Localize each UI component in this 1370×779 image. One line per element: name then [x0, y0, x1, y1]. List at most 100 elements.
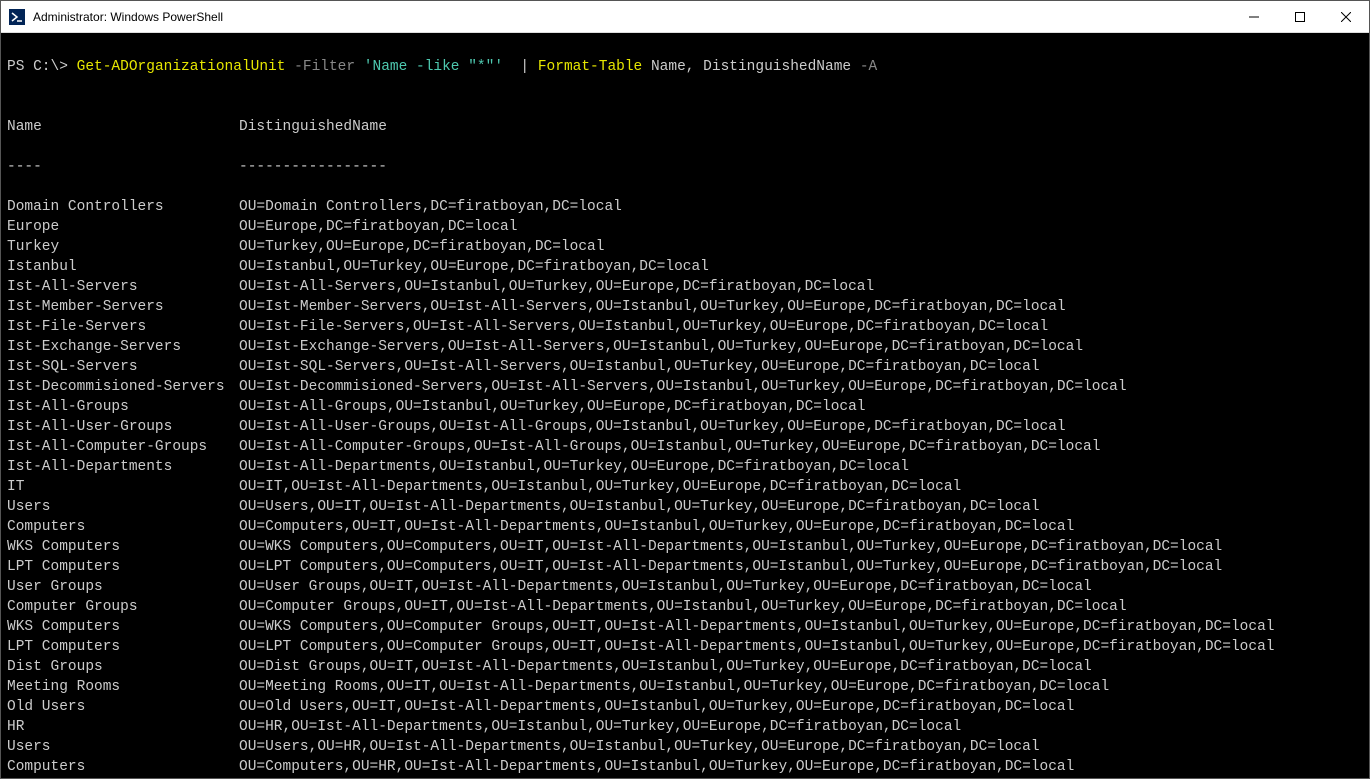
dash-dn: -----------------: [239, 157, 387, 177]
table-row: Ist-Decommisioned-ServersOU=Ist-Decommis…: [7, 377, 1363, 397]
table-row: Ist-All-ServersOU=Ist-All-Servers,OU=Ist…: [7, 277, 1363, 297]
table-row: UsersOU=Users,OU=HR,OU=Ist-All-Departmen…: [7, 737, 1363, 757]
cell-name: Computer Groups: [7, 597, 239, 617]
table-body: Domain ControllersOU=Domain Controllers,…: [7, 197, 1363, 778]
table-row: Computer GroupsOU=Computer Groups,OU=IT,…: [7, 597, 1363, 617]
cell-name: Ist-All-Computer-Groups: [7, 437, 239, 457]
cell-name: Istanbul: [7, 257, 239, 277]
cell-name: HR: [7, 717, 239, 737]
cell-dn: OU=Meeting Rooms,OU=IT,OU=Ist-All-Depart…: [239, 677, 1109, 697]
table-row: HROU=HR,OU=Ist-All-Departments,OU=Istanb…: [7, 717, 1363, 737]
table-row: Ist-File-ServersOU=Ist-File-Servers,OU=I…: [7, 317, 1363, 337]
cell-dn: OU=Domain Controllers,DC=firatboyan,DC=l…: [239, 197, 622, 217]
cell-dn: OU=Computers,OU=IT,OU=Ist-All-Department…: [239, 517, 1074, 537]
cell-name: Ist-Member-Servers: [7, 297, 239, 317]
cell-name: Users: [7, 737, 239, 757]
cell-name: WKS Computers: [7, 777, 239, 778]
table-row: LPT ComputersOU=LPT Computers,OU=Compute…: [7, 557, 1363, 577]
cell-dn: OU=Ist-All-Computer-Groups,OU=Ist-All-Gr…: [239, 437, 1100, 457]
cell-name: WKS Computers: [7, 537, 239, 557]
cell-dn: OU=Istanbul,OU=Turkey,OU=Europe,DC=firat…: [239, 257, 709, 277]
cell-name: IT: [7, 477, 239, 497]
table-row: Meeting RoomsOU=Meeting Rooms,OU=IT,OU=I…: [7, 677, 1363, 697]
cell-dn: OU=LPT Computers,OU=Computer Groups,OU=I…: [239, 637, 1274, 657]
cell-dn: OU=Ist-All-Groups,OU=Istanbul,OU=Turkey,…: [239, 397, 866, 417]
table-row: IstanbulOU=Istanbul,OU=Turkey,OU=Europe,…: [7, 257, 1363, 277]
cell-dn: OU=HR,OU=Ist-All-Departments,OU=Istanbul…: [239, 717, 961, 737]
cell-name: Computers: [7, 757, 239, 777]
table-row: Ist-All-User-GroupsOU=Ist-All-User-Group…: [7, 417, 1363, 437]
table-row: TurkeyOU=Turkey,OU=Europe,DC=firatboyan,…: [7, 237, 1363, 257]
cell-dn: OU=Dist Groups,OU=IT,OU=Ist-All-Departme…: [239, 657, 1092, 677]
prompt-prefix: PS C:\>: [7, 59, 77, 75]
table-row: Domain ControllersOU=Domain Controllers,…: [7, 197, 1363, 217]
command-line: PS C:\> Get-ADOrganizationalUnit -Filter…: [7, 57, 1363, 77]
cell-name: LPT Computers: [7, 637, 239, 657]
filter-param: -Filter: [285, 59, 363, 75]
table-row: Dist GroupsOU=Dist Groups,OU=IT,OU=Ist-A…: [7, 657, 1363, 677]
table-row: Old UsersOU=Old Users,OU=IT,OU=Ist-All-D…: [7, 697, 1363, 717]
cell-name: Ist-File-Servers: [7, 317, 239, 337]
cell-dn: OU=IT,OU=Ist-All-Departments,OU=Istanbul…: [239, 477, 961, 497]
table-row: WKS ComputersOU=WKS Computers,OU=Compute…: [7, 617, 1363, 637]
maximize-button[interactable]: [1277, 1, 1323, 32]
cell-name: Ist-Exchange-Servers: [7, 337, 239, 357]
table-row: ComputersOU=Computers,OU=IT,OU=Ist-All-D…: [7, 517, 1363, 537]
cell-name: Ist-All-Groups: [7, 397, 239, 417]
cell-dn: OU=Ist-All-Servers,OU=Istanbul,OU=Turkey…: [239, 277, 874, 297]
cell-name: Ist-SQL-Servers: [7, 357, 239, 377]
table-row: UsersOU=Users,OU=IT,OU=Ist-All-Departmen…: [7, 497, 1363, 517]
table-row: ITOU=IT,OU=Ist-All-Departments,OU=Istanb…: [7, 477, 1363, 497]
cell-name: Ist-All-Departments: [7, 457, 239, 477]
cell-dn: OU=Computer Groups,OU=IT,OU=Ist-All-Depa…: [239, 597, 1127, 617]
cell-name: Turkey: [7, 237, 239, 257]
cell-dn: OU=Ist-Member-Servers,OU=Ist-All-Servers…: [239, 297, 1066, 317]
cell-dn: OU=Europe,DC=firatboyan,DC=local: [239, 217, 517, 237]
cell-name: Old Users: [7, 697, 239, 717]
header-name: Name: [7, 117, 239, 137]
window-controls: [1231, 1, 1369, 32]
cell-dn: OU=Ist-File-Servers,OU=Ist-All-Servers,O…: [239, 317, 1048, 337]
table-row: Ist-Exchange-ServersOU=Ist-Exchange-Serv…: [7, 337, 1363, 357]
cell-name: Ist-All-User-Groups: [7, 417, 239, 437]
filter-value: 'Name -like "*"': [364, 59, 503, 75]
format-cmdlet: Format-Table: [538, 59, 642, 75]
cell-dn: OU=Ist-Exchange-Servers,OU=Ist-All-Serve…: [239, 337, 1083, 357]
pipe-operator: |: [503, 59, 538, 75]
table-header-row: NameDistinguishedName: [7, 117, 1363, 137]
cell-dn: OU=Users,OU=HR,OU=Ist-All-Departments,OU…: [239, 737, 1040, 757]
cell-dn: OU=Computers,OU=HR,OU=Ist-All-Department…: [239, 757, 1074, 777]
cell-name: Ist-Decommisioned-Servers: [7, 377, 239, 397]
format-args: Name, DistinguishedName: [642, 59, 860, 75]
table-row: LPT ComputersOU=LPT Computers,OU=Compute…: [7, 637, 1363, 657]
cell-name: Meeting Rooms: [7, 677, 239, 697]
powershell-icon: [9, 9, 25, 25]
minimize-button[interactable]: [1231, 1, 1277, 32]
window-title: Administrator: Windows PowerShell: [33, 10, 1231, 24]
cell-name: Users: [7, 497, 239, 517]
dash-name: ----: [7, 157, 239, 177]
cell-name: User Groups: [7, 577, 239, 597]
cell-name: Europe: [7, 217, 239, 237]
close-button[interactable]: [1323, 1, 1369, 32]
cell-name: Dist Groups: [7, 657, 239, 677]
cell-dn: OU=Ist-All-User-Groups,OU=Ist-All-Groups…: [239, 417, 1066, 437]
cell-dn: OU=Ist-All-Departments,OU=Istanbul,OU=Tu…: [239, 457, 909, 477]
table-row: Ist-All-GroupsOU=Ist-All-Groups,OU=Istan…: [7, 397, 1363, 417]
table-row: ComputersOU=Computers,OU=HR,OU=Ist-All-D…: [7, 757, 1363, 777]
cell-dn: OU=Turkey,OU=Europe,DC=firatboyan,DC=loc…: [239, 237, 604, 257]
cell-dn: OU=WKS Computers,OU=Computers,OU=HR,OU=I…: [239, 777, 1222, 778]
table-row: Ist-All-DepartmentsOU=Ist-All-Department…: [7, 457, 1363, 477]
cell-name: Computers: [7, 517, 239, 537]
table-row: Ist-All-Computer-GroupsOU=Ist-All-Comput…: [7, 437, 1363, 457]
terminal-output[interactable]: PS C:\> Get-ADOrganizationalUnit -Filter…: [1, 33, 1369, 778]
table-row: EuropeOU=Europe,DC=firatboyan,DC=local: [7, 217, 1363, 237]
cell-dn: OU=Ist-SQL-Servers,OU=Ist-All-Servers,OU…: [239, 357, 1040, 377]
cell-dn: OU=User Groups,OU=IT,OU=Ist-All-Departme…: [239, 577, 1092, 597]
cell-name: LPT Computers: [7, 557, 239, 577]
cmdlet-name: Get-ADOrganizationalUnit: [77, 59, 286, 75]
titlebar[interactable]: Administrator: Windows PowerShell: [1, 1, 1369, 33]
cell-dn: OU=Ist-Decommisioned-Servers,OU=Ist-All-…: [239, 377, 1127, 397]
header-dn: DistinguishedName: [239, 117, 387, 137]
cell-dn: OU=LPT Computers,OU=Computers,OU=IT,OU=I…: [239, 557, 1222, 577]
